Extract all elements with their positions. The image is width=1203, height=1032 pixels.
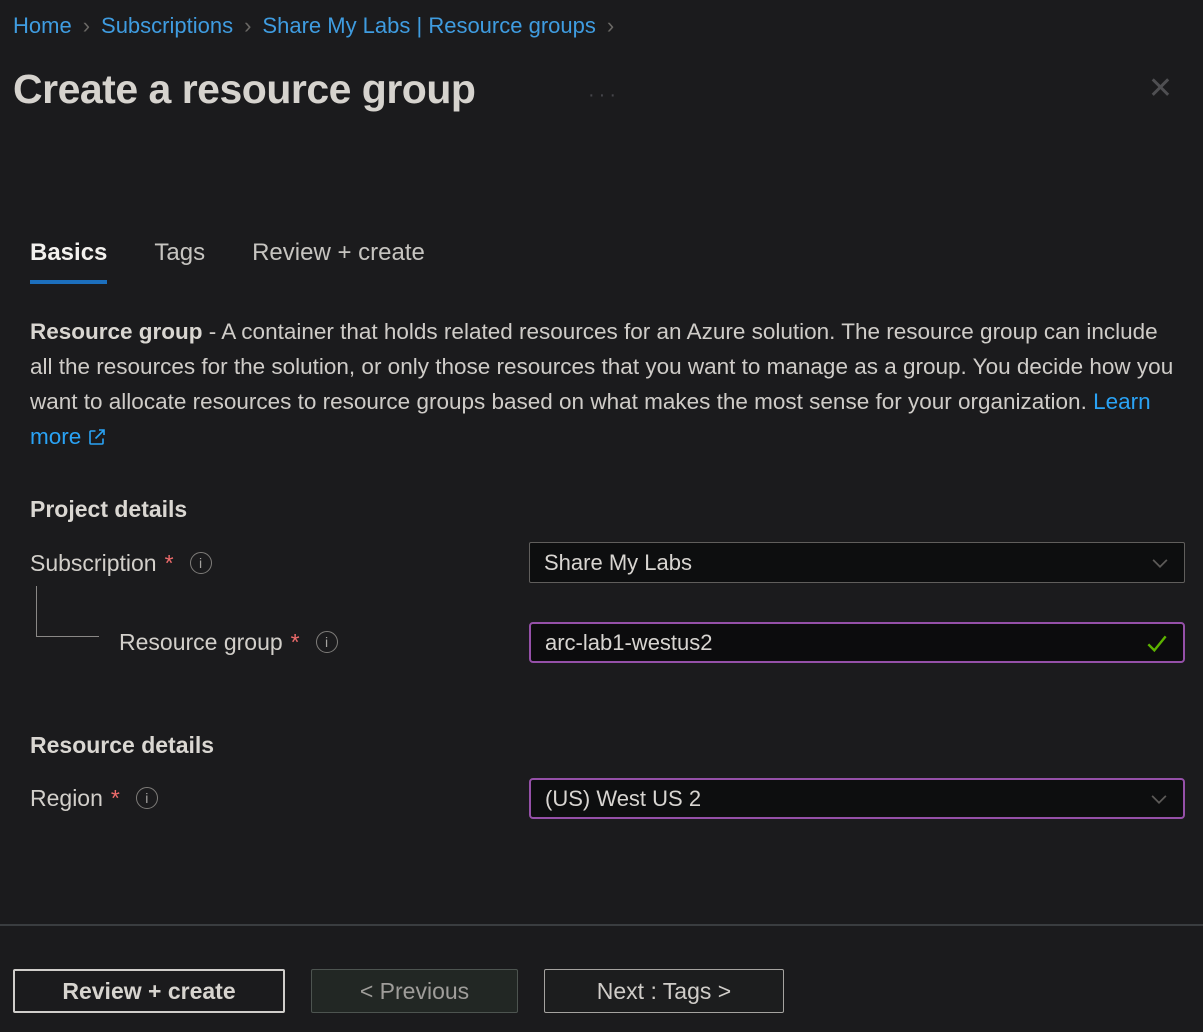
region-label: Region * i [30, 778, 158, 818]
chevron-down-icon [1149, 789, 1169, 809]
info-icon[interactable]: i [316, 631, 338, 653]
create-resource-group-blade: Home › Subscriptions › Share My Labs | Resou… [0, 0, 1203, 1032]
chevron-right-icon: › [607, 13, 614, 38]
tree-connector-line [36, 586, 99, 637]
project-details-heading: Project details [30, 496, 187, 523]
resource-group-label: Resource group * i [119, 622, 338, 662]
chevron-right-icon: › [83, 13, 90, 38]
region-value: (US) West US 2 [545, 786, 1149, 812]
subscription-label: Subscription * i [30, 543, 212, 583]
info-icon[interactable]: i [136, 787, 158, 809]
region-dropdown[interactable]: (US) West US 2 [529, 778, 1185, 819]
tab-review-create[interactable]: Review + create [252, 239, 425, 284]
region-label-text: Region [30, 785, 103, 812]
chevron-right-icon: › [244, 13, 251, 38]
page-title: Create a resource group [13, 66, 475, 113]
review-create-button[interactable]: Review + create [13, 969, 285, 1013]
required-asterisk: * [165, 550, 174, 577]
ellipsis-menu-icon[interactable]: ··· [588, 84, 620, 107]
external-link-icon [87, 422, 107, 457]
valid-checkmark-icon [1145, 631, 1169, 655]
info-icon[interactable]: i [190, 552, 212, 574]
resource-group-input[interactable] [545, 624, 1145, 661]
breadcrumb-home[interactable]: Home [13, 13, 72, 38]
resource-details-heading: Resource details [30, 732, 214, 759]
chevron-down-icon [1150, 553, 1170, 573]
footer-actions: Review + create < Previous Next : Tags > [13, 969, 784, 1013]
required-asterisk: * [111, 785, 120, 812]
next-tags-button[interactable]: Next : Tags > [544, 969, 784, 1013]
close-icon[interactable]: ✕ [1148, 74, 1173, 104]
breadcrumb: Home › Subscriptions › Share My Labs | Resou… [13, 13, 625, 39]
previous-button[interactable]: < Previous [311, 969, 518, 1013]
breadcrumb-subscriptions[interactable]: Subscriptions [101, 13, 233, 38]
required-asterisk: * [291, 629, 300, 656]
resource-group-field [529, 622, 1185, 663]
tab-tags[interactable]: Tags [154, 239, 205, 284]
breadcrumb-share-my-labs-resource-groups[interactable]: Share My Labs | Resource groups [262, 13, 595, 38]
subscription-value: Share My Labs [544, 550, 1150, 576]
tab-basics[interactable]: Basics [30, 239, 107, 284]
description-lead: Resource group [30, 319, 203, 344]
resource-group-label-text: Resource group [119, 629, 283, 656]
blade-description: Resource group - A container that holds … [30, 314, 1183, 457]
subscription-dropdown[interactable]: Share My Labs [529, 542, 1185, 583]
subscription-label-text: Subscription [30, 550, 157, 577]
footer-divider [0, 924, 1203, 926]
tab-bar: Basics Tags Review + create [30, 239, 425, 284]
